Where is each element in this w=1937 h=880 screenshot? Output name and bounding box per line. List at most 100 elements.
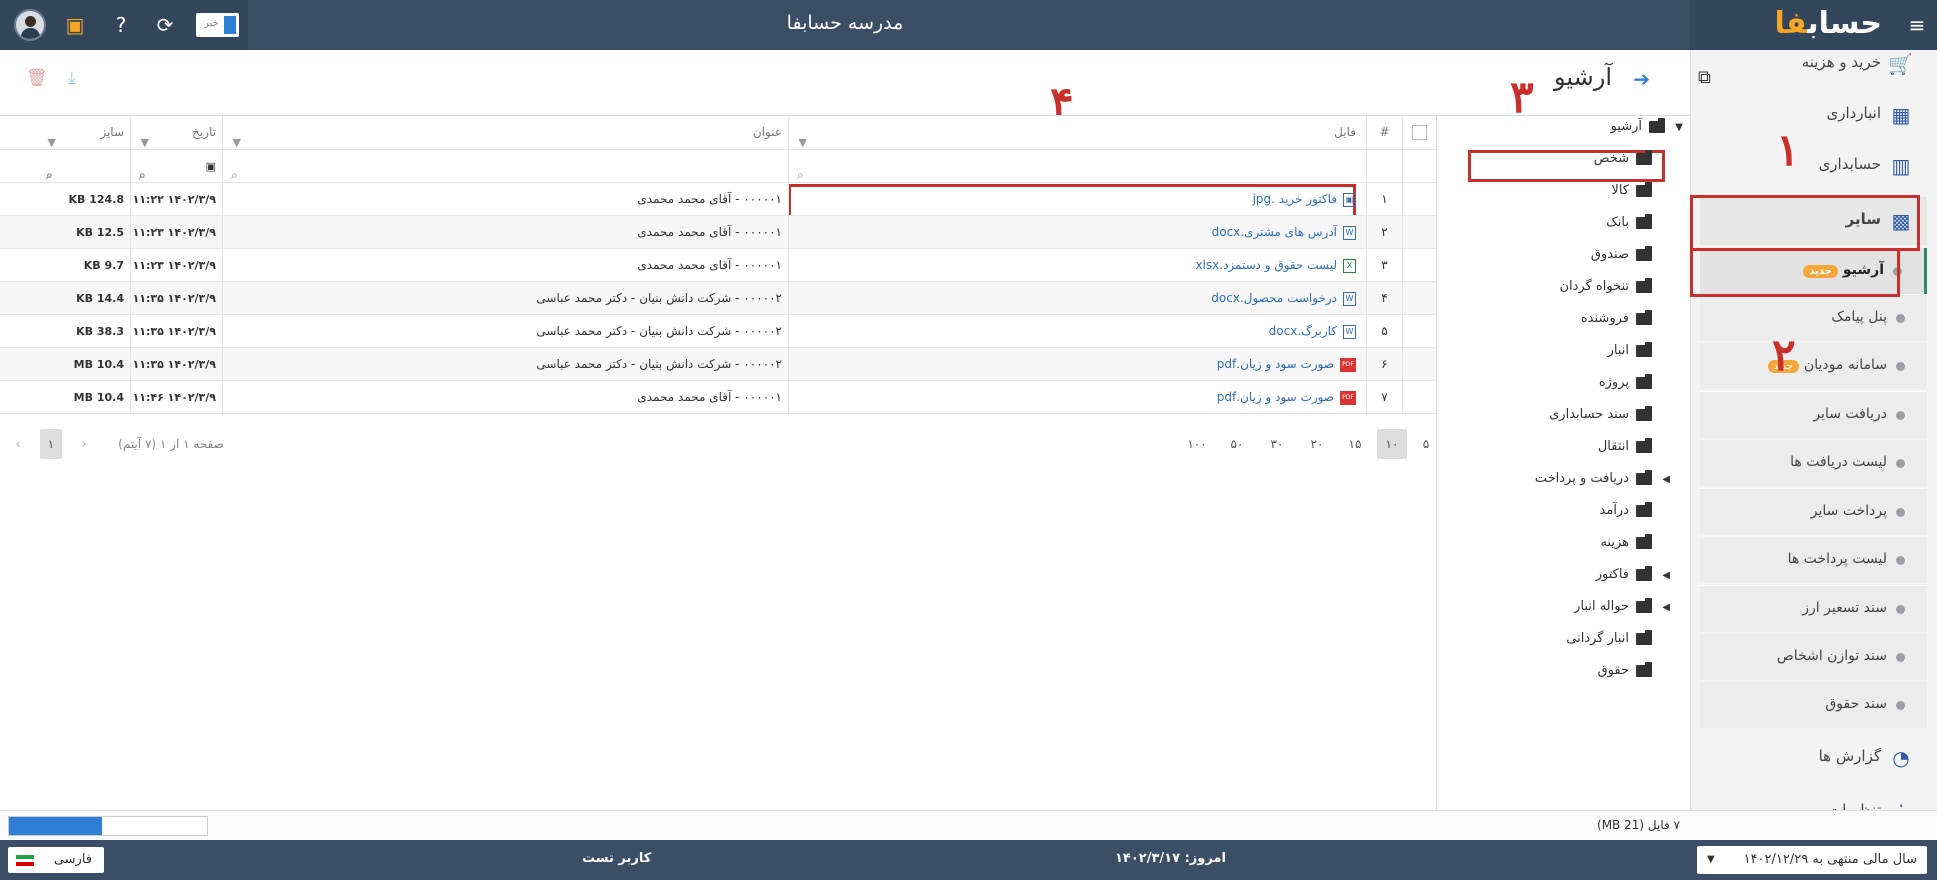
sidebar-subitem-other-payment[interactable]: پرداخت سایر: [1700, 489, 1927, 535]
tree-node[interactable]: کالا: [1611, 181, 1652, 209]
folder-icon: [1636, 149, 1652, 165]
column-header-file[interactable]: فایل ▼: [788, 116, 1366, 149]
filter-icon[interactable]: ▼: [229, 126, 241, 149]
tree-node[interactable]: پروژه: [1599, 373, 1652, 401]
file-link[interactable]: ▣فاکتور خرید .jpg: [788, 183, 1366, 215]
language-select[interactable]: فارسی: [8, 847, 104, 873]
tree-node[interactable]: حقوق: [1598, 661, 1652, 689]
sidebar-subitem-fx-voucher[interactable]: سند تسعیر ارز: [1700, 586, 1927, 632]
file-link[interactable]: Wکاربرگ.docx: [788, 315, 1366, 347]
download-icon[interactable]: ⤓: [68, 68, 76, 88]
sidebar-subitem-salary-voucher[interactable]: سند حقوق: [1700, 682, 1927, 728]
title-search-input[interactable]: ⌕: [222, 150, 788, 182]
tree-node[interactable]: انبار: [1608, 341, 1652, 369]
row-select-cell: [1402, 381, 1436, 413]
file-link[interactable]: PDFصورت سود و زیان.pdf: [788, 348, 1366, 380]
tree-node[interactable]: تنخواه گردان: [1559, 277, 1652, 305]
tree-node[interactable]: ◀ دریافت و پرداخت: [1535, 469, 1670, 497]
sidebar-subitem-receipt-list[interactable]: لیست دریافت ها: [1700, 440, 1927, 486]
tree-node[interactable]: صندوق: [1591, 245, 1652, 273]
file-link[interactable]: Xلیست حقوق و دستمزد.xlsx: [788, 249, 1366, 281]
size-search-input[interactable]: ⌕: [38, 150, 130, 182]
file-link[interactable]: Wدرخواست محصول.docx: [788, 282, 1366, 314]
back-arrow-icon[interactable]: ➔: [1633, 67, 1650, 91]
file-link[interactable]: Wآدرس های مشتری.docx: [788, 216, 1366, 248]
expand-down-icon[interactable]: ▼: [1675, 122, 1683, 133]
sidebar-subitem-tax-system[interactable]: سامانه مودیانجدید: [1700, 343, 1927, 389]
tree-node[interactable]: بانک: [1606, 213, 1652, 241]
row-title: ۰۰۰۰۰۱ - آقای محمد محمدی: [222, 381, 788, 413]
page-size-option[interactable]: ۱۰۰: [1186, 429, 1208, 459]
column-header-title[interactable]: عنوان ▼: [222, 116, 788, 149]
tree-node[interactable]: سند حسابداری: [1549, 405, 1652, 433]
sidebar-subitem-balance-voucher[interactable]: سند توازن اشخاص: [1700, 634, 1927, 680]
tree-node[interactable]: ◀ فاکتور: [1596, 565, 1670, 593]
app-logo[interactable]: حسابفا: [1774, 6, 1882, 41]
delete-icon[interactable]: 🗑: [26, 68, 48, 88]
table-row[interactable]: ۷ PDFصورت سود و زیان.pdf ۰۰۰۰۰۱ - آقای م…: [0, 381, 1436, 414]
news-button[interactable]: خبر: [196, 13, 239, 37]
row-title: ۰۰۰۰۰۲ - شرکت دانش بنیان - دکتر محمد عبا…: [222, 348, 788, 380]
tree-node[interactable]: هزینه: [1600, 533, 1652, 561]
tree-node-root[interactable]: ▼ آرشیو: [1611, 117, 1683, 145]
sidebar-subitem-payment-list[interactable]: لیست پرداخت ها: [1700, 537, 1927, 583]
calendar-icon[interactable]: ▣: [206, 150, 216, 182]
filter-icon[interactable]: ▼: [795, 126, 807, 149]
row-select-cell: [1402, 348, 1436, 380]
expand-right-icon[interactable]: ◀: [1662, 474, 1670, 485]
sidebar-subitem-sms[interactable]: پنل پیامک: [1700, 295, 1927, 341]
table-row[interactable]: ۳ Xلیست حقوق و دستمزد.xlsx ۰۰۰۰۰۱ - آقای…: [0, 249, 1436, 282]
row-select-cell: [1402, 282, 1436, 314]
table-row[interactable]: ۴ Wدرخواست محصول.docx ۰۰۰۰۰۲ - شرکت دانش…: [0, 282, 1436, 315]
tree-node[interactable]: انبار گردانی: [1566, 629, 1652, 657]
refresh-icon[interactable]: ⟳: [152, 12, 178, 38]
table-row[interactable]: ۲ Wآدرس های مشتری.docx ۰۰۰۰۰۱ - آقای محم…: [0, 216, 1436, 249]
column-header-date[interactable]: تاریخ ▼: [130, 116, 222, 149]
date-search-input[interactable]: ⌕ ▣: [130, 150, 222, 182]
fiscal-year-select[interactable]: سال مالی منتهی به ۱۴۰۲/۱۲/۲۹ ▼: [1697, 846, 1927, 874]
company-title[interactable]: مدرسه حسابفا: [0, 0, 1690, 50]
file-link[interactable]: PDFصورت سود و زیان.pdf: [788, 381, 1366, 413]
tree-node[interactable]: انتقال: [1598, 437, 1652, 465]
filter-icon[interactable]: ▼: [137, 126, 149, 149]
tree-node[interactable]: ◀ حواله انبار: [1574, 597, 1670, 625]
row-date: ۱۴۰۲/۳/۹ ۱۱:۴۶: [130, 381, 222, 413]
page-size-option-active[interactable]: ۱۰: [1377, 429, 1407, 459]
tree-node[interactable]: درآمد: [1600, 501, 1652, 529]
sidebar-item-purchase[interactable]: 🛒 خرید و هزینه: [1700, 40, 1927, 88]
pager-next-icon[interactable]: ›: [74, 429, 94, 459]
page-size-option[interactable]: ۵۰: [1226, 429, 1248, 459]
expand-right-icon[interactable]: ◀: [1662, 570, 1670, 581]
column-header-size[interactable]: سایز ▼: [38, 116, 130, 149]
row-date: ۱۴۰۲/۳/۹ ۱۱:۲۳: [130, 216, 222, 248]
pager-prev-icon[interactable]: ‹: [8, 429, 28, 459]
table-row[interactable]: ۶ PDFصورت سود و زیان.pdf ۰۰۰۰۰۲ - شرکت د…: [0, 348, 1436, 381]
sidebar-item-warehouse[interactable]: ▦ انبارداری: [1700, 91, 1927, 139]
upload-footer: ۷ فایل (21 MB): [0, 810, 1937, 840]
avatar[interactable]: [14, 9, 46, 41]
pager-current-page[interactable]: ۱: [40, 429, 62, 459]
filter-icon[interactable]: ▼: [44, 126, 56, 149]
page-size-option[interactable]: ۱۵: [1344, 429, 1366, 459]
row-number: ۲: [1366, 216, 1402, 248]
expand-right-icon[interactable]: ◀: [1662, 602, 1670, 613]
folder-icon: [1636, 309, 1652, 325]
file-search-input[interactable]: ⌕: [788, 150, 1366, 182]
sidebar-scrollbar[interactable]: [1927, 50, 1937, 840]
user-name[interactable]: کاربر تست: [582, 851, 651, 866]
sidebar-subitem-other-receipt[interactable]: دریافت سایر: [1700, 392, 1927, 438]
select-all-checkbox[interactable]: [1412, 125, 1427, 140]
table-row[interactable]: ۱ ▣فاکتور خرید .jpg ۰۰۰۰۰۱ - آقای محمد م…: [0, 183, 1436, 216]
page-size-option[interactable]: ۳۰: [1266, 429, 1288, 459]
sidebar-item-accounting[interactable]: ▥ حسابداری: [1700, 142, 1927, 190]
tree-node[interactable]: شخص: [1594, 149, 1652, 177]
sidebar-item-reports[interactable]: ◔ گزارش ها: [1700, 734, 1927, 782]
table-row[interactable]: ۵ Wکاربرگ.docx ۰۰۰۰۰۲ - شرکت دانش بنیان …: [0, 315, 1436, 348]
help-icon[interactable]: ?: [108, 12, 134, 38]
page-size-option[interactable]: ۵: [1415, 429, 1437, 459]
header-tools: ▣ ? ⟳ خبر: [0, 0, 248, 50]
menu-toggle-icon[interactable]: ≡: [1904, 12, 1930, 38]
wallet-icon[interactable]: ▣: [62, 12, 88, 38]
page-size-option[interactable]: ۲۰: [1306, 429, 1328, 459]
tree-node[interactable]: فروشنده: [1581, 309, 1652, 337]
